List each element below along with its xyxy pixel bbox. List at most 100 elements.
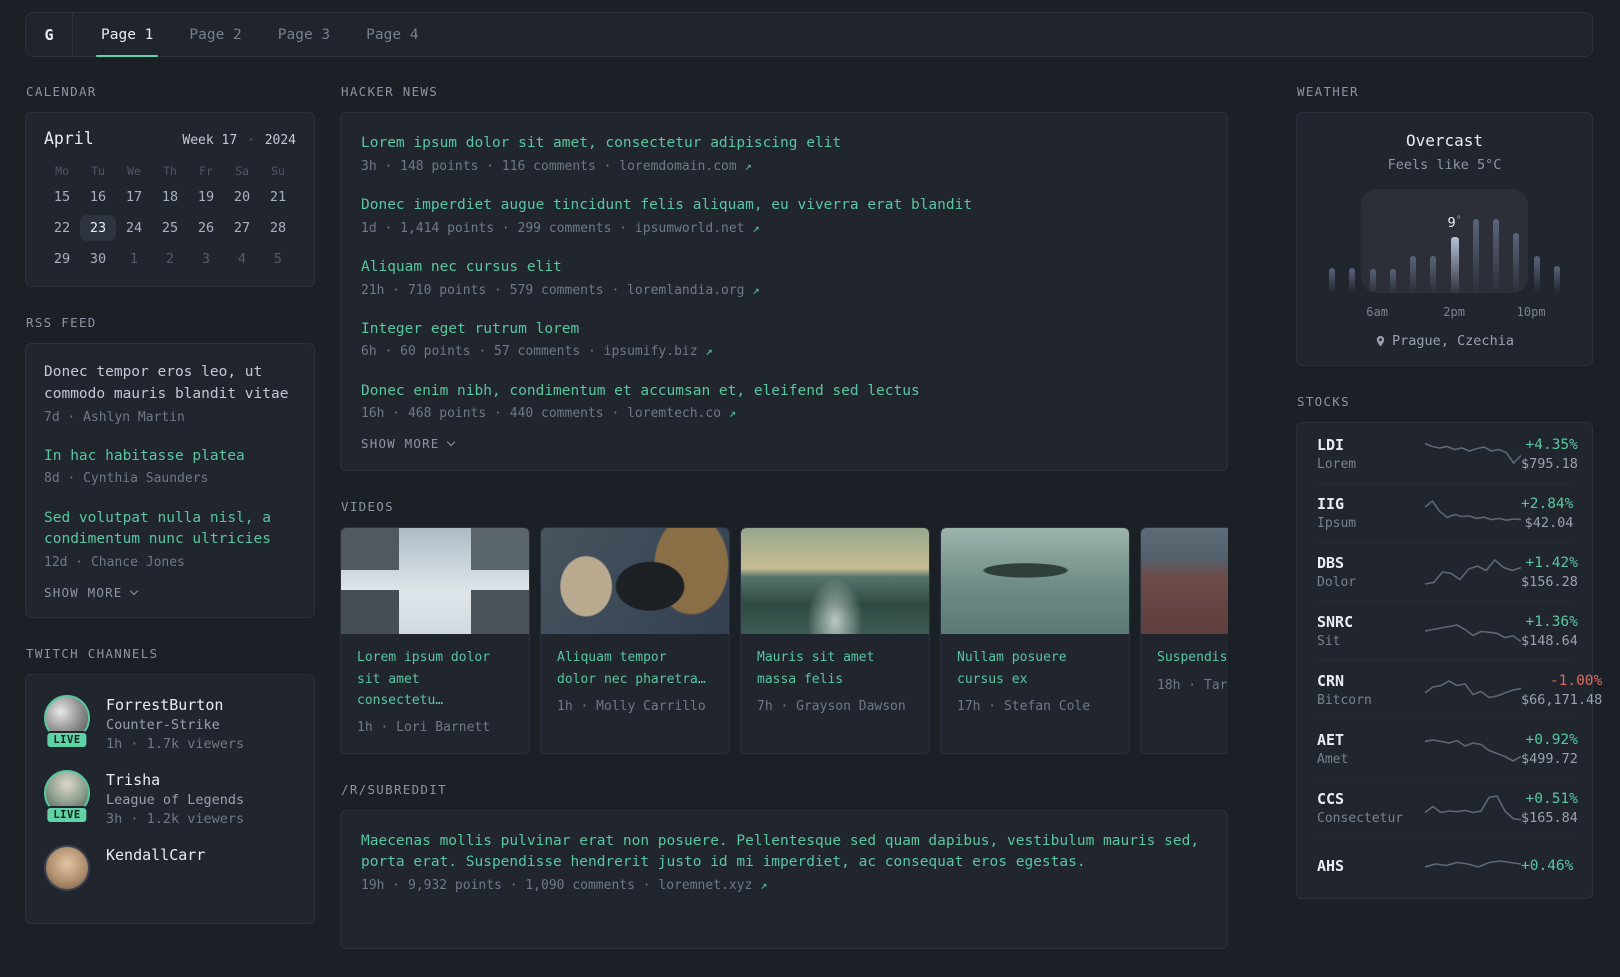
stock-row[interactable]: DBS Dolor +1.42% $156.28 <box>1317 542 1578 601</box>
calendar-day[interactable]: 16 <box>80 184 116 210</box>
stock-row[interactable]: CRN Bitcorn -1.00% $66,171.48 <box>1317 660 1602 719</box>
hn-story-link[interactable]: Donec enim nibh, condimentum et accumsan… <box>361 381 1207 403</box>
video-card[interactable]: Lorem ipsum dolor sit amet consectetu… 1… <box>340 527 530 754</box>
calendar-day[interactable]: 28 <box>260 215 296 241</box>
calendar-day[interactable]: 29 <box>44 246 80 272</box>
weekday-label: Tu <box>91 164 105 178</box>
hn-story-meta-text[interactable]: 16h · 468 points · 440 comments · loremt… <box>361 406 721 421</box>
calendar-day[interactable]: 20 <box>224 184 260 210</box>
video-title-link[interactable]: Lorem ipsum dolor sit amet consectetu… <box>357 647 513 710</box>
calendar-week-label: Week 17 <box>182 133 238 148</box>
hn-story-meta-text[interactable]: 3h · 148 points · 116 comments · loremdo… <box>361 159 737 174</box>
stock-values: +1.36% $148.64 <box>1521 614 1578 649</box>
stock-row[interactable]: CCS Consectetur +0.51% $165.84 <box>1317 778 1578 837</box>
calendar-day[interactable]: 17 <box>116 184 152 210</box>
stock-name: Dolor <box>1317 575 1357 590</box>
tab-page-4[interactable]: Page 4 <box>366 13 418 56</box>
hn-story: Lorem ipsum dolor sit amet, consectetur … <box>361 133 1207 177</box>
hn-story-meta-text[interactable]: 21h · 710 points · 579 comments · loreml… <box>361 283 745 298</box>
show-more-button[interactable]: SHOW MORE <box>361 436 455 451</box>
calendar-day[interactable]: 24 <box>116 215 152 241</box>
calendar-day[interactable]: 27 <box>224 215 260 241</box>
stock-price: $165.84 <box>1521 809 1578 826</box>
weather-feels-like: Feels like 5°C <box>1387 157 1502 173</box>
calendar-day[interactable]: 25 <box>152 215 188 241</box>
weekday-label: Th <box>163 164 177 178</box>
calendar-day[interactable]: 19 <box>188 184 224 210</box>
calendar-day[interactable]: 18 <box>152 184 188 210</box>
stock-symbol: SNRC <box>1317 613 1354 631</box>
twitch-channel[interactable]: LIVE ForrestBurton Counter-Strike 1h · 1… <box>44 695 296 752</box>
weather-bar <box>1533 256 1540 293</box>
calendar-day[interactable]: 21 <box>260 184 296 210</box>
tab-page-1[interactable]: Page 1 <box>95 13 159 57</box>
video-card[interactable]: Suspendisse diam 18h · Tara <box>1140 527 1228 754</box>
calendar-day[interactable]: 15 <box>44 184 80 210</box>
weather-bar <box>1389 269 1396 293</box>
stock-identity: SNRC Sit <box>1317 613 1425 649</box>
rss-card: Donec tempor eros leo, ut commodo mauris… <box>25 343 315 619</box>
stock-values: +1.42% $156.28 <box>1521 555 1578 590</box>
weather-bar: 9° <box>1448 215 1462 293</box>
tab-page-2[interactable]: Page 2 <box>189 13 241 56</box>
weather-chart: 9° 6am 2pm 10pm <box>1319 189 1570 319</box>
stock-change: +1.42% <box>1525 554 1578 571</box>
calendar-day[interactable]: 2 <box>152 246 188 272</box>
stock-row[interactable]: AHS +0.46% <box>1317 837 1574 896</box>
twitch-channel[interactable]: KendallCarr <box>44 845 296 892</box>
hn-story-link[interactable]: Donec imperdiet augue tincidunt felis al… <box>361 195 1207 217</box>
hn-story-link[interactable]: Integer eget rutrum lorem <box>361 319 1207 341</box>
video-title-link[interactable]: Suspendisse diam <box>1157 647 1228 668</box>
video-thumbnail <box>941 528 1129 635</box>
rss-item-link[interactable]: Donec tempor eros leo, ut commodo mauris… <box>44 362 296 406</box>
rss-item: Donec tempor eros leo, ut commodo mauris… <box>44 362 296 428</box>
stock-row[interactable]: IIG Ipsum +2.84% $42.04 <box>1317 483 1574 542</box>
stock-row[interactable]: LDI Lorem +4.35% $795.18 <box>1317 425 1578 483</box>
hn-story-meta-text[interactable]: 6h · 60 points · 57 comments · ipsumify.… <box>361 344 698 359</box>
twitch-channel[interactable]: LIVE Trisha League of Legends 3h · 1.2k … <box>44 770 296 827</box>
hn-story-link[interactable]: Aliquam nec cursus elit <box>361 257 1207 279</box>
video-meta: 7h · Grayson Dawson <box>757 698 906 714</box>
stock-symbol: DBS <box>1317 554 1345 572</box>
video-title-link[interactable]: Mauris sit amet massa felis <box>757 647 913 689</box>
video-title-link[interactable]: Nullam posuere cursus ex <box>957 647 1113 689</box>
calendar-day[interactable]: 26 <box>188 215 224 241</box>
stock-price: $42.04 <box>1524 514 1574 531</box>
weather-bar <box>1513 233 1520 293</box>
calendar-day[interactable]: 3 <box>188 246 224 272</box>
avatar <box>44 845 90 892</box>
video-card-body: Lorem ipsum dolor sit amet consectetu… 1… <box>341 634 529 752</box>
video-card[interactable]: Nullam posuere cursus ex 17h · Stefan Co… <box>940 527 1130 754</box>
show-more-button[interactable]: SHOW MORE <box>44 585 138 600</box>
reddit-post-link[interactable]: Maecenas mollis pulvinar erat non posuer… <box>361 831 1207 875</box>
calendar-day[interactable]: 5 <box>260 246 296 272</box>
stock-row[interactable]: SNRC Sit +1.36% $148.64 <box>1317 601 1578 660</box>
rss-item-link[interactable]: Sed volutpat nulla nisl, a condimentum n… <box>44 508 296 552</box>
separator-dot: · <box>247 133 255 148</box>
hn-story: Donec imperdiet augue tincidunt felis al… <box>361 195 1207 239</box>
video-card[interactable]: Mauris sit amet massa felis 7h · Grayson… <box>740 527 930 754</box>
stock-row[interactable]: AET Amet +0.92% $499.72 <box>1317 719 1578 778</box>
external-link-icon: ↗ <box>752 220 760 235</box>
calendar-day[interactable]: 4 <box>224 246 260 272</box>
hacker-news-widget: HACKER NEWS Lorem ipsum dolor sit amet, … <box>340 84 1228 472</box>
tab-page-3[interactable]: Page 3 <box>278 13 330 56</box>
hn-story-meta-text[interactable]: 1d · 1,414 points · 299 comments · ipsum… <box>361 221 745 236</box>
reddit-post-meta-text[interactable]: 19h · 9,932 points · 1,090 comments · lo… <box>361 878 752 893</box>
video-card[interactable]: Aliquam tempor dolor nec pharetra… 1h · … <box>540 527 730 754</box>
external-link-icon: ↗ <box>760 878 768 893</box>
calendar-day[interactable]: 22 <box>44 215 80 241</box>
app-logo[interactable]: G <box>26 13 73 56</box>
calendar-day[interactable]: 1 <box>116 246 152 272</box>
rss-item-link[interactable]: In hac habitasse platea <box>44 446 296 468</box>
channel-name: KendallCarr <box>106 846 206 865</box>
calendar-day[interactable]: 30 <box>80 246 116 272</box>
current-temp-label: 9° <box>1447 215 1462 232</box>
hn-story-meta: 6h · 60 points · 57 comments · ipsumify.… <box>361 342 1207 362</box>
stock-change: +0.46% <box>1521 857 1574 874</box>
calendar-day-selected[interactable]: 23 <box>80 215 116 241</box>
weekday-label: Fr <box>199 164 213 178</box>
avatar-image <box>44 845 90 892</box>
video-title-link[interactable]: Aliquam tempor dolor nec pharetra… <box>557 647 713 689</box>
hn-story-link[interactable]: Lorem ipsum dolor sit amet, consectetur … <box>361 133 1207 155</box>
